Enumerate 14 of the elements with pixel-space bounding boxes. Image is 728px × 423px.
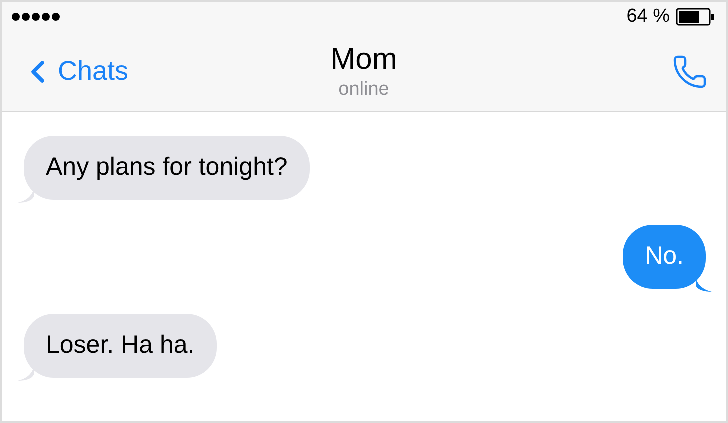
contact-name: Mom xyxy=(330,42,398,78)
message-bubble: Any plans for tonight? xyxy=(24,136,310,200)
bubble-tail-icon xyxy=(696,278,712,292)
bubble-tail-icon xyxy=(18,189,34,203)
message-bubble: Loser. Ha ha. xyxy=(24,314,217,378)
battery-icon xyxy=(676,8,716,26)
message-bubble: No. xyxy=(623,225,706,289)
phone-icon xyxy=(672,54,708,90)
call-button[interactable] xyxy=(672,54,708,90)
back-button[interactable]: Chats xyxy=(20,51,129,92)
signal-icon xyxy=(12,13,60,21)
battery-percentage: 64 % xyxy=(626,4,670,29)
bubble-tail-icon xyxy=(18,367,34,381)
contact-status: online xyxy=(338,78,390,102)
